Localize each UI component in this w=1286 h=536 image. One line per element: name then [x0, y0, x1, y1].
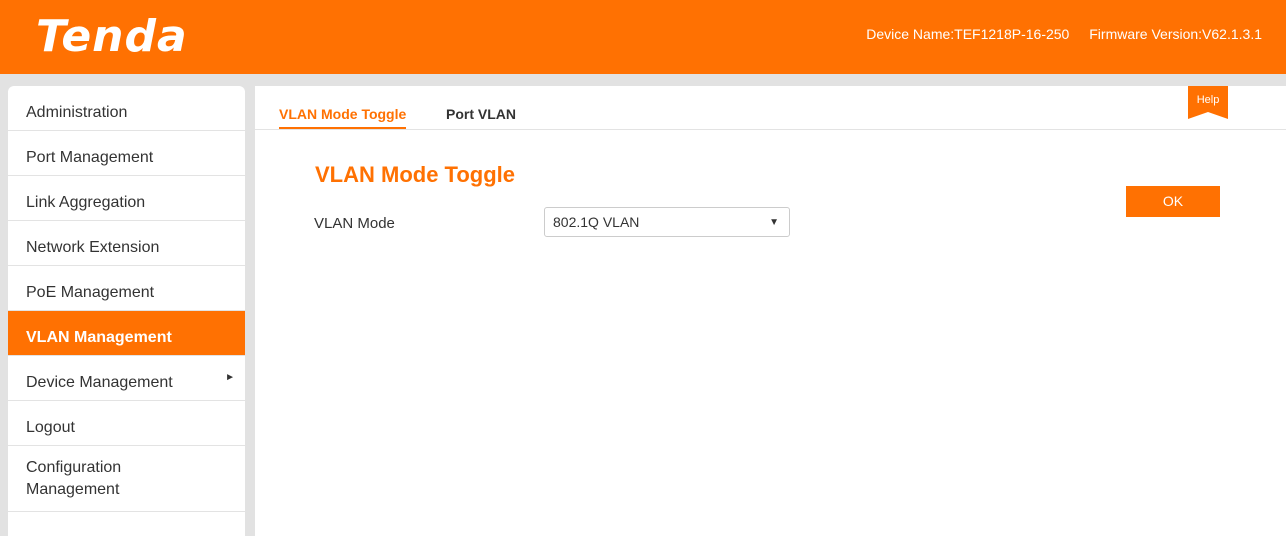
ok-button[interactable]: OK	[1126, 186, 1220, 217]
sidebar-item-label: Link Aggregation	[26, 194, 146, 211]
device-name: Device Name:TEF1218P-16-250	[866, 26, 1070, 42]
top-header: Tenda Device Name:TEF1218P-16-250 Firmwa…	[0, 0, 1286, 74]
main-content: VLAN Mode Toggle Port VLAN Help VLAN Mod…	[255, 86, 1286, 536]
sidebar-item-device-management[interactable]: Device Management ►	[8, 356, 245, 401]
tenda-logo: Tenda	[36, 11, 188, 62]
sidebar-item-label: Administration	[26, 104, 128, 121]
tab-bar: VLAN Mode Toggle Port VLAN	[255, 86, 1286, 130]
sidebar-item-label: Logout	[26, 419, 75, 436]
sidebar-item-administration[interactable]: Administration	[8, 86, 245, 131]
vlan-mode-value: 802.1Q VLAN	[553, 214, 640, 230]
help-button[interactable]: Help	[1188, 86, 1228, 119]
sidebar-item-logout[interactable]: Logout	[8, 401, 245, 446]
sidebar-item-vlan-management[interactable]: VLAN Management	[8, 311, 245, 356]
sidebar-item-label: Port Management	[26, 149, 154, 166]
tab-port-vlan[interactable]: Port VLAN	[446, 106, 516, 127]
submenu-arrow-icon: ►	[225, 372, 235, 383]
sidebar-item-label: VLAN Management	[26, 329, 172, 346]
tab-vlan-mode-toggle[interactable]: VLAN Mode Toggle	[279, 106, 407, 129]
sidebar-item-label: Configuration Management	[26, 458, 122, 498]
sidebar-item-port-management[interactable]: Port Management	[8, 131, 245, 176]
firmware-version: Firmware Version:V62.1.3.1	[1089, 26, 1262, 42]
sidebar-item-link-aggregation[interactable]: Link Aggregation	[8, 176, 245, 221]
sidebar-item-configuration-management[interactable]: Configuration Management	[8, 446, 245, 512]
vlan-mode-select[interactable]: 802.1Q VLAN ▼	[544, 207, 790, 237]
chevron-down-icon: ▼	[769, 217, 779, 228]
page-title: VLAN Mode Toggle	[315, 162, 516, 187]
sidebar-item-label: Device Management	[26, 374, 173, 391]
sidebar: Administration Port Management Link Aggr…	[8, 86, 245, 536]
device-info: Device Name:TEF1218P-16-250 Firmware Ver…	[850, 26, 1262, 42]
help-label: Help	[1196, 94, 1220, 106]
vlan-mode-label: VLAN Mode	[314, 215, 395, 232]
sidebar-item-network-extension[interactable]: Network Extension	[8, 221, 245, 266]
sidebar-item-label: PoE Management	[26, 284, 155, 301]
sidebar-item-poe-management[interactable]: PoE Management	[8, 266, 245, 311]
sidebar-item-label: Network Extension	[26, 239, 160, 256]
